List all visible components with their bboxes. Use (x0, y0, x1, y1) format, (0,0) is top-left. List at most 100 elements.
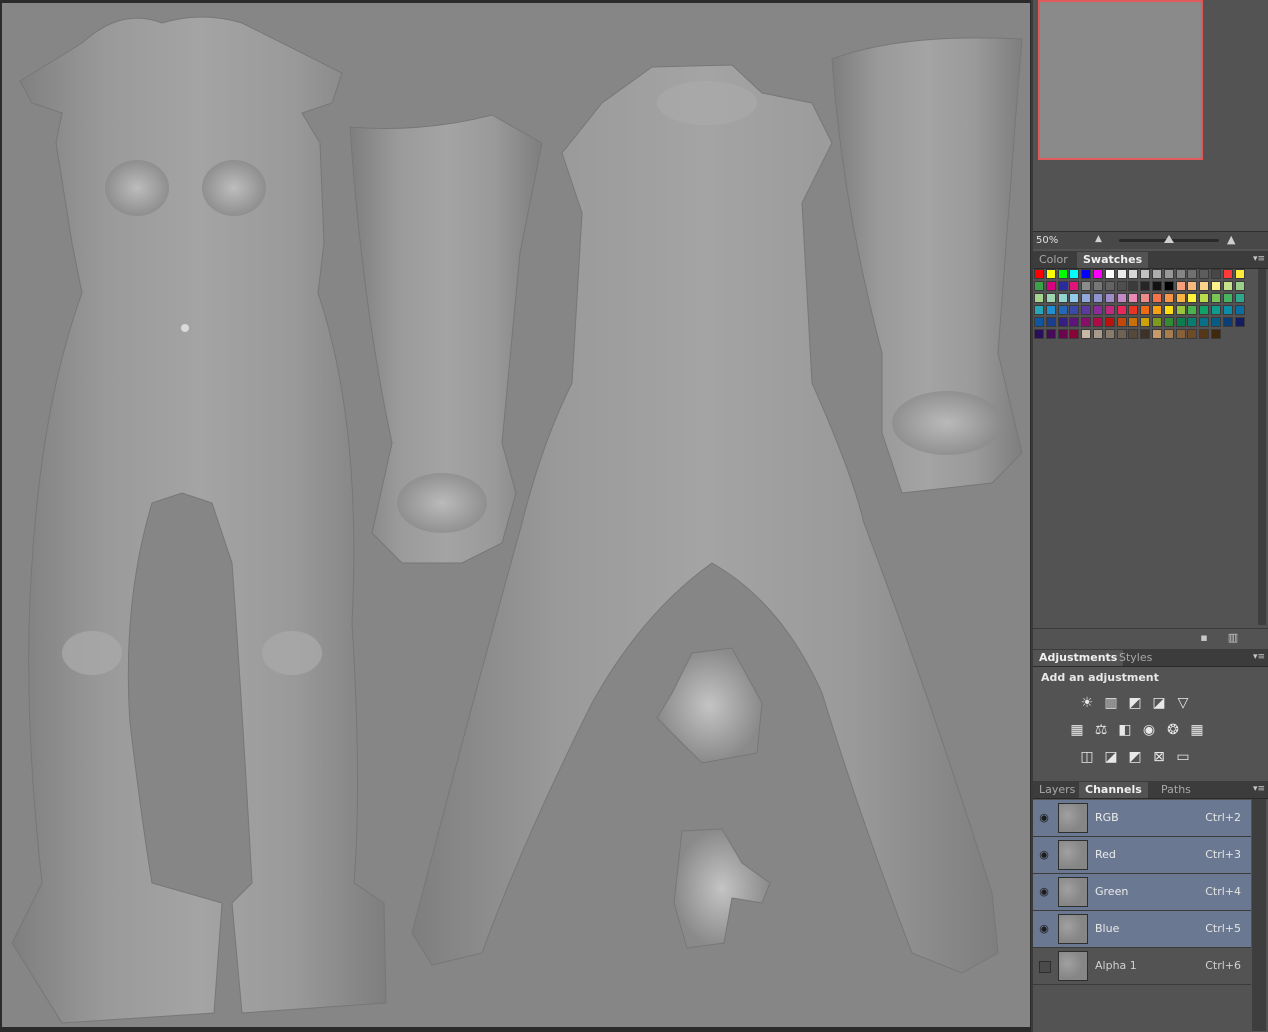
swatch[interactable] (1128, 269, 1139, 279)
swatch[interactable] (1045, 305, 1056, 315)
zoom-out-icon[interactable]: ▲ (1095, 234, 1102, 244)
channel-row[interactable]: ◉ Blue Ctrl+5 (1033, 911, 1251, 948)
swatch[interactable] (1222, 269, 1233, 279)
swatch[interactable] (1152, 269, 1162, 279)
swatch[interactable] (1128, 281, 1139, 291)
swatch[interactable] (1081, 329, 1092, 339)
swatch[interactable] (1187, 269, 1198, 279)
eye-icon[interactable]: ◉ (1037, 811, 1051, 825)
swatch[interactable] (1187, 305, 1198, 315)
exposure-icon[interactable]: ◪ (1150, 694, 1168, 712)
swatch[interactable] (1034, 305, 1044, 315)
eye-icon[interactable]: ◉ (1037, 885, 1051, 899)
swatch[interactable] (1234, 317, 1245, 327)
swatch[interactable] (1128, 317, 1139, 327)
document-canvas-area[interactable] (0, 0, 1031, 1032)
swatch[interactable] (1175, 305, 1186, 315)
swatch[interactable] (1199, 281, 1210, 291)
swatch[interactable] (1045, 317, 1056, 327)
swatch[interactable] (1069, 329, 1080, 339)
photo-filter-icon[interactable]: ◉ (1140, 721, 1158, 739)
swatch[interactable] (1069, 317, 1080, 327)
channel-row[interactable]: ◉ Red Ctrl+3 (1033, 837, 1251, 874)
swatch[interactable] (1034, 329, 1044, 339)
swatch[interactable] (1234, 269, 1245, 279)
swatch[interactable] (1093, 329, 1103, 339)
swatch[interactable] (1163, 317, 1174, 327)
swatch[interactable] (1104, 293, 1115, 303)
swatch[interactable] (1163, 305, 1174, 315)
swatch[interactable] (1211, 281, 1221, 291)
vibrance-icon[interactable]: ▽ (1174, 694, 1192, 712)
swatch[interactable] (1128, 305, 1139, 315)
swatch[interactable] (1069, 305, 1080, 315)
swatch[interactable] (1211, 329, 1221, 339)
swatch[interactable] (1234, 293, 1245, 303)
swatch[interactable] (1093, 269, 1103, 279)
levels-icon[interactable]: ▥ (1102, 694, 1120, 712)
swatch[interactable] (1140, 293, 1151, 303)
swatch[interactable] (1222, 281, 1233, 291)
tab-color[interactable]: Color (1033, 252, 1074, 268)
swatch[interactable] (1093, 281, 1103, 291)
black-white-icon[interactable]: ◧ (1116, 721, 1134, 739)
swatch[interactable] (1116, 305, 1127, 315)
swatch[interactable] (1034, 281, 1044, 291)
eye-icon[interactable]: ◉ (1037, 922, 1051, 936)
swatch[interactable] (1222, 305, 1233, 315)
swatch[interactable] (1187, 329, 1198, 339)
swatch[interactable] (1199, 269, 1210, 279)
swatch[interactable] (1234, 281, 1245, 291)
swatch[interactable] (1093, 305, 1103, 315)
swatch[interactable] (1222, 317, 1233, 327)
swatch[interactable] (1104, 329, 1115, 339)
swatch[interactable] (1199, 305, 1210, 315)
panel-menu-icon[interactable]: ▾≡ (1253, 784, 1265, 794)
swatch[interactable] (1175, 317, 1186, 327)
swatches-scrollbar[interactable] (1258, 269, 1266, 625)
swatch[interactable] (1069, 269, 1080, 279)
swatch[interactable] (1187, 317, 1198, 327)
panel-menu-icon[interactable]: ▾≡ (1253, 254, 1265, 264)
swatch[interactable] (1104, 317, 1115, 327)
swatch[interactable] (1057, 281, 1068, 291)
new-swatch-icon[interactable]: ▪ (1198, 632, 1210, 644)
eye-icon[interactable]: ◉ (1037, 848, 1051, 862)
swatch[interactable] (1104, 281, 1115, 291)
swatch[interactable] (1128, 293, 1139, 303)
tab-adjustments[interactable]: Adjustments (1033, 650, 1124, 666)
channel-row[interactable]: ◉ RGB Ctrl+2 (1033, 800, 1251, 837)
swatch[interactable] (1045, 281, 1056, 291)
swatch[interactable] (1140, 317, 1151, 327)
swatch[interactable] (1034, 269, 1044, 279)
swatch[interactable] (1211, 293, 1221, 303)
swatch[interactable] (1175, 329, 1186, 339)
swatch[interactable] (1163, 329, 1174, 339)
swatch[interactable] (1152, 317, 1162, 327)
swatch[interactable] (1175, 269, 1186, 279)
swatch[interactable] (1234, 305, 1245, 315)
swatch[interactable] (1104, 269, 1115, 279)
swatch[interactable] (1187, 293, 1198, 303)
swatch[interactable] (1104, 305, 1115, 315)
panel-menu-icon[interactable]: ▾≡ (1253, 652, 1265, 662)
swatch[interactable] (1199, 317, 1210, 327)
posterize-icon[interactable]: ◪ (1102, 748, 1120, 766)
zoom-slider-handle[interactable] (1164, 235, 1174, 243)
swatch[interactable] (1045, 329, 1056, 339)
trash-icon[interactable]: ▥ (1227, 632, 1239, 644)
channel-row[interactable]: ◉ Green Ctrl+4 (1033, 874, 1251, 911)
swatch[interactable] (1163, 293, 1174, 303)
swatch[interactable] (1140, 305, 1151, 315)
tab-layers[interactable]: Layers (1033, 782, 1081, 798)
zoom-level-field[interactable]: 50% (1036, 234, 1088, 247)
color-balance-icon[interactable]: ⚖ (1092, 721, 1110, 739)
swatch[interactable] (1081, 269, 1092, 279)
swatch[interactable] (1187, 281, 1198, 291)
swatch[interactable] (1081, 293, 1092, 303)
swatch[interactable] (1140, 269, 1151, 279)
swatch[interactable] (1140, 329, 1151, 339)
threshold-icon[interactable]: ◩ (1126, 748, 1144, 766)
swatch[interactable] (1222, 293, 1233, 303)
invert-icon[interactable]: ◫ (1078, 748, 1096, 766)
